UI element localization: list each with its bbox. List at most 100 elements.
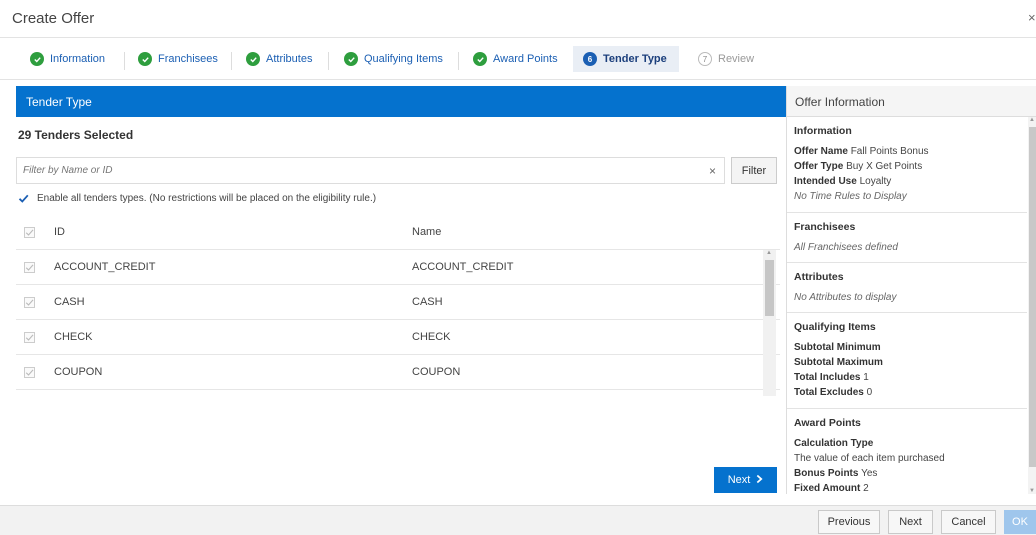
check-circle-icon bbox=[344, 52, 358, 66]
table-row[interactable]: CASH CASH bbox=[16, 285, 780, 320]
cell-id: ACCOUNT_CREDIT bbox=[54, 261, 156, 273]
dialog-titlebar: Create Offer × bbox=[0, 0, 1036, 38]
row-checkbox[interactable] bbox=[24, 297, 35, 308]
column-header-name[interactable]: Name bbox=[412, 226, 441, 238]
check-circle-icon bbox=[138, 52, 152, 66]
dialog-title: Create Offer bbox=[12, 10, 95, 27]
offer-type-label: Offer Type bbox=[794, 161, 844, 172]
intended-use-value: Loyalty bbox=[859, 176, 892, 187]
table-row[interactable]: CHECK CHECK bbox=[16, 320, 780, 355]
section-heading: Qualifying Items bbox=[794, 321, 876, 333]
next-step-button[interactable]: Next bbox=[714, 467, 777, 493]
cell-name: CASH bbox=[412, 296, 443, 308]
cell-name: ACCOUNT_CREDIT bbox=[412, 261, 514, 273]
table-row[interactable]: ACCOUNT_CREDIT ACCOUNT_CREDIT bbox=[16, 250, 780, 285]
cell-id: CASH bbox=[54, 296, 85, 308]
filter-button[interactable]: Filter bbox=[731, 157, 777, 184]
fixed-amount-label: Fixed Amount bbox=[794, 483, 861, 494]
close-icon[interactable]: × bbox=[1028, 10, 1036, 25]
total-includes-label: Total Includes bbox=[794, 372, 861, 383]
filter-box: × bbox=[16, 157, 725, 184]
step-label: Review bbox=[718, 53, 755, 65]
table-row[interactable]: COUPON COUPON bbox=[16, 355, 780, 390]
enable-all-tenders[interactable]: Enable all tenders types. (No restrictio… bbox=[18, 193, 376, 204]
step-qualifying-items[interactable]: Qualifying Items bbox=[344, 48, 443, 70]
franchisees-text: All Franchisees defined bbox=[794, 242, 898, 253]
step-number-icon: 7 bbox=[698, 52, 712, 66]
enable-all-label: Enable all tenders types. (No restrictio… bbox=[37, 193, 377, 204]
subtotal-min-label: Subtotal Minimum bbox=[794, 342, 881, 353]
scrollbar-thumb[interactable] bbox=[765, 260, 774, 316]
check-circle-icon bbox=[30, 52, 44, 66]
next-button[interactable]: Next bbox=[888, 510, 933, 534]
filter-input[interactable] bbox=[17, 158, 677, 183]
step-label: Tender Type bbox=[603, 53, 667, 65]
step-label: Information bbox=[50, 53, 106, 65]
total-excludes-value: 0 bbox=[866, 387, 873, 398]
dialog-footer: Previous Next Cancel OK bbox=[0, 505, 1036, 535]
section-heading: Franchisees bbox=[794, 221, 856, 233]
summary-award-points: Award Points Calculation Type The value … bbox=[787, 409, 1027, 494]
row-checkbox[interactable] bbox=[24, 367, 35, 378]
ok-button[interactable]: OK bbox=[1004, 510, 1036, 534]
fixed-amount-value: 2 bbox=[863, 483, 869, 494]
previous-button[interactable]: Previous bbox=[818, 510, 880, 534]
offer-name-value: Fall Points Bonus bbox=[850, 146, 929, 157]
column-header-id[interactable]: ID bbox=[54, 226, 65, 238]
select-all-checkbox[interactable] bbox=[24, 227, 35, 238]
check-circle-icon bbox=[246, 52, 260, 66]
scroll-up-icon[interactable]: ▲ bbox=[766, 250, 772, 256]
step-tender-type[interactable]: 6 Tender Type bbox=[573, 46, 679, 72]
section-heading: Attributes bbox=[794, 271, 844, 283]
offer-type-value: Buy X Get Points bbox=[846, 161, 923, 172]
total-includes-value: 1 bbox=[863, 372, 869, 383]
summary-attributes: Attributes No Attributes to display bbox=[787, 263, 1027, 313]
check-circle-icon bbox=[473, 52, 487, 66]
step-label: Attributes bbox=[266, 53, 313, 65]
tenders-selected-count: 29 Tenders Selected bbox=[18, 128, 134, 142]
table-header-row: ID Name bbox=[16, 215, 780, 250]
table-scrollbar[interactable]: ▲ bbox=[763, 250, 776, 396]
total-excludes-label: Total Excludes bbox=[794, 387, 864, 398]
step-label: Franchisees bbox=[158, 53, 218, 65]
step-label: Qualifying Items bbox=[364, 53, 443, 65]
cell-id: COUPON bbox=[54, 366, 103, 378]
step-information[interactable]: Information bbox=[30, 48, 105, 70]
step-train: Information Franchisees Attributes Quali… bbox=[0, 38, 1036, 80]
next-label: Next bbox=[727, 474, 751, 486]
scrollbar-thumb[interactable] bbox=[1029, 127, 1036, 467]
summary-franchisees: Franchisees All Franchisees defined bbox=[787, 213, 1027, 263]
section-heading: Information bbox=[794, 125, 852, 137]
offer-information-title: Offer Information bbox=[787, 86, 1036, 117]
cancel-button[interactable]: Cancel bbox=[941, 510, 996, 534]
attributes-text: No Attributes to display bbox=[794, 292, 897, 303]
intended-use-label: Intended Use bbox=[794, 176, 857, 187]
cell-name: COUPON bbox=[412, 366, 461, 378]
row-checkbox[interactable] bbox=[24, 262, 35, 273]
scroll-down-icon[interactable]: ▼ bbox=[1029, 488, 1035, 494]
calc-type-value: The value of each item purchased bbox=[794, 453, 945, 464]
summary-scrollbar[interactable]: ▲ ▼ bbox=[1028, 117, 1036, 494]
tender-panel-header: Tender Type bbox=[16, 86, 786, 117]
bonus-points-value: Yes bbox=[861, 468, 878, 479]
clear-icon[interactable]: × bbox=[709, 164, 716, 178]
chevron-right-icon bbox=[756, 474, 763, 487]
offer-information-panel: Offer Information Information Offer Name… bbox=[786, 86, 1036, 494]
step-franchisees[interactable]: Franchisees bbox=[138, 48, 218, 70]
row-checkbox[interactable] bbox=[24, 332, 35, 343]
calc-type-label: Calculation Type bbox=[794, 438, 874, 449]
scroll-up-icon[interactable]: ▲ bbox=[1029, 117, 1035, 123]
step-label: Award Points bbox=[493, 53, 558, 65]
section-heading: Award Points bbox=[794, 417, 861, 429]
offer-name-label: Offer Name bbox=[794, 146, 848, 157]
step-review[interactable]: 7 Review bbox=[698, 48, 754, 70]
step-number-icon: 6 bbox=[583, 52, 597, 66]
step-award-points[interactable]: Award Points bbox=[473, 48, 558, 70]
step-attributes[interactable]: Attributes bbox=[246, 48, 312, 70]
checkbox-checked-icon[interactable] bbox=[18, 193, 29, 204]
summary-qualifying-items: Qualifying Items Subtotal Minimum Subtot… bbox=[787, 313, 1027, 409]
summary-information: Information Offer Name Fall Points Bonus… bbox=[787, 117, 1027, 213]
subtotal-max-label: Subtotal Maximum bbox=[794, 357, 883, 368]
tender-table: ID Name ACCOUNT_CREDIT ACCOUNT_CREDIT CA… bbox=[16, 215, 780, 390]
cell-name: CHECK bbox=[412, 331, 451, 343]
